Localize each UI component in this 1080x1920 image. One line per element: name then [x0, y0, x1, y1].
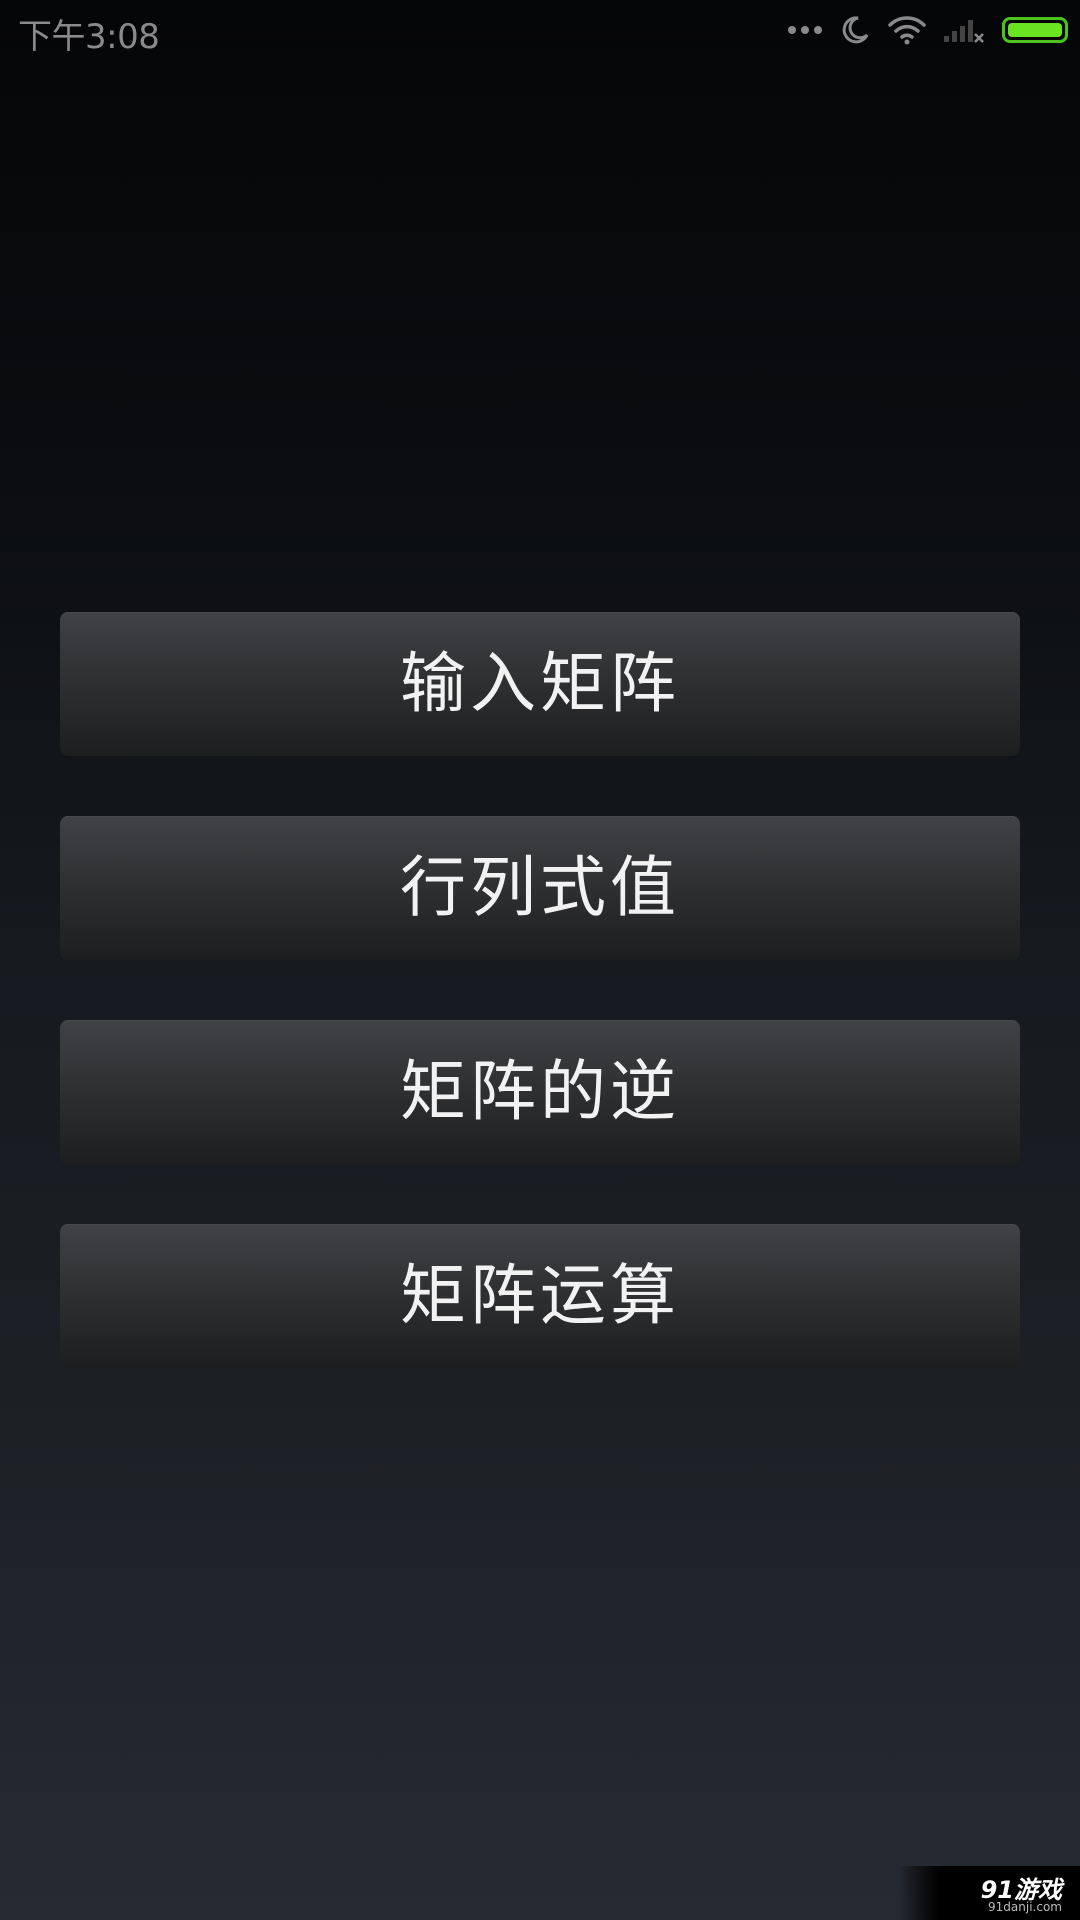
- status-time: 下午3:08: [18, 17, 160, 57]
- main-menu: 输入矩阵 行列式值 矩阵的逆 矩阵运算: [60, 612, 1020, 1428]
- battery-level: [1008, 23, 1062, 37]
- battery-icon: [1002, 17, 1068, 43]
- moon-icon: [842, 16, 869, 44]
- matrix-operations-button[interactable]: 矩阵运算: [60, 1224, 1020, 1368]
- status-icons: [788, 12, 1068, 48]
- watermark-url: 91danji.com: [988, 1900, 1062, 1914]
- more-dots-icon: [788, 26, 822, 34]
- matrix-inverse-button[interactable]: 矩阵的逆: [60, 1020, 1020, 1164]
- determinant-button[interactable]: 行列式值: [60, 816, 1020, 960]
- input-matrix-button[interactable]: 输入矩阵: [60, 612, 1020, 756]
- signal-none-icon: [944, 20, 984, 43]
- watermark: 91游戏 91danji.com: [898, 1866, 1080, 1920]
- wifi-icon: [888, 16, 926, 45]
- status-bar: 下午3:08: [0, 0, 1080, 60]
